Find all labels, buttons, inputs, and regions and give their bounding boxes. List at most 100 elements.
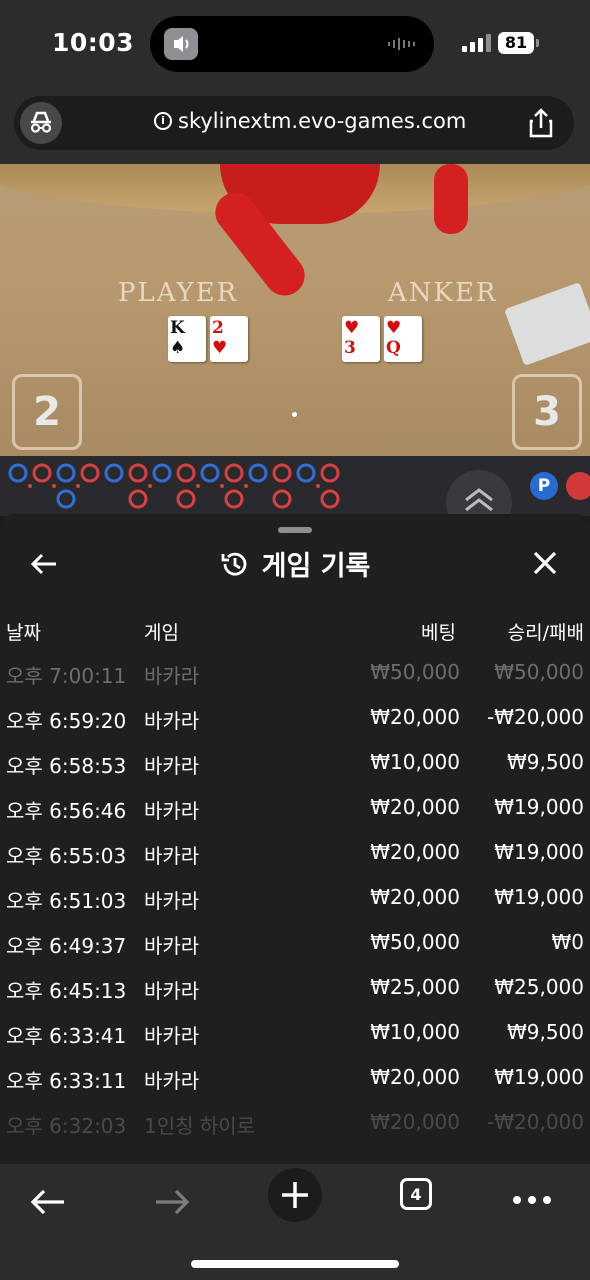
card-suit: ♥ (212, 338, 228, 358)
card-rank: 2 (212, 318, 224, 338)
row-game: 바카라 (144, 754, 200, 778)
row-date: 오후 6:51:03 (6, 889, 127, 913)
history-row[interactable]: 오후 6:58:53 바카라 ₩10,000 ₩9,500 (0, 750, 590, 795)
table-marker (292, 412, 297, 417)
history-row[interactable]: 오후 6:33:41 바카라 ₩10,000 ₩9,500 (0, 1020, 590, 1065)
row-date: 오후 6:58:53 (6, 754, 127, 778)
player-card-2: 2 ♥ (210, 316, 248, 362)
browser-back-button[interactable] (28, 1182, 68, 1226)
row-bet: ₩10,000 (370, 1020, 460, 1044)
row-date: 오후 6:49:37 (6, 934, 127, 958)
url-display[interactable]: i skylinextm.evo-games.com (154, 109, 466, 133)
close-button[interactable] (528, 546, 562, 580)
history-row[interactable]: 오후 6:45:13 바카라 ₩25,000 ₩25,000 (0, 975, 590, 1020)
row-date: 오후 6:56:46 (6, 799, 127, 823)
row-bet: ₩50,000 (370, 930, 460, 954)
row-game: 바카라 (144, 934, 200, 958)
live-game-video[interactable]: PLAYER ANKER K ♠ 2 ♥ ♥ 3 ♥ Q 2 3 (0, 164, 590, 456)
row-game: 바카라 (144, 664, 200, 688)
row-game: 바카라 (144, 709, 200, 733)
tabs-button[interactable]: 4 (400, 1178, 432, 1210)
history-row[interactable]: 오후 6:59:20 바카라 ₩20,000 -₩20,000 (0, 705, 590, 750)
row-result: -₩20,000 (487, 1110, 584, 1134)
column-header-bet[interactable]: 베팅 (421, 618, 456, 645)
dealer-arm-right (434, 164, 468, 234)
history-row[interactable]: 오후 6:55:03 바카라 ₩20,000 ₩19,000 (0, 840, 590, 885)
row-result: ₩19,000 (494, 795, 584, 819)
history-row[interactable]: 오후 6:56:46 바카라 ₩20,000 ₩19,000 (0, 795, 590, 840)
browser-address-area: i skylinextm.evo-games.com (0, 90, 590, 164)
player-score: 2 (12, 374, 82, 450)
card-rank: 3 (344, 338, 356, 358)
history-row[interactable]: 오후 6:51:03 바카라 ₩20,000 ₩19,000 (0, 885, 590, 930)
banker-label: ANKER (388, 278, 498, 308)
more-icon (513, 1196, 551, 1204)
row-date: 오후 6:33:11 (6, 1069, 127, 1093)
row-game: 바카라 (144, 1024, 200, 1048)
row-result: ₩19,000 (494, 840, 584, 864)
row-date: 오후 6:32:03 (6, 1114, 127, 1138)
close-icon (533, 551, 557, 575)
column-header-game[interactable]: 게임 (144, 618, 179, 645)
info-icon[interactable]: i (154, 112, 172, 130)
row-result: ₩9,500 (506, 750, 584, 774)
row-bet: ₩10,000 (370, 750, 460, 774)
audio-wave-icon (388, 38, 415, 50)
browser-forward-button[interactable] (152, 1182, 192, 1226)
status-bar: 10:03 81 (0, 0, 590, 90)
history-row[interactable]: 오후 6:32:03 1인칭 하이로 ₩20,000 -₩20,000 (0, 1110, 590, 1155)
row-date: 오후 6:33:41 (6, 1024, 127, 1048)
road-circles (8, 463, 340, 509)
more-menu-button[interactable] (512, 1190, 552, 1209)
row-game: 바카라 (144, 844, 200, 868)
history-row[interactable]: 오후 7:00:11 바카라 ₩50,000 ₩50,000 (0, 660, 590, 705)
row-bet: ₩20,000 (370, 705, 460, 729)
row-game: 바카라 (144, 799, 200, 823)
card-suit: ♥ (386, 318, 402, 338)
banker-card-2: ♥ Q (384, 316, 422, 362)
arrow-left-icon (30, 1189, 64, 1215)
new-tab-button[interactable] (268, 1168, 322, 1222)
history-row[interactable]: 오후 6:49:37 바카라 ₩50,000 ₩0 (0, 930, 590, 975)
card-shoe (504, 282, 590, 366)
row-date: 오후 6:55:03 (6, 844, 127, 868)
card-suit: ♠ (170, 338, 186, 358)
share-icon[interactable] (524, 106, 558, 140)
column-header-result[interactable]: 승리/패배 (508, 618, 584, 645)
plus-icon (282, 1182, 308, 1208)
cellular-signal-icon (462, 34, 491, 52)
battery-tip (536, 39, 539, 47)
row-result: ₩0 (551, 930, 585, 954)
row-bet: ₩25,000 (370, 975, 460, 999)
row-game: 바카라 (144, 979, 200, 1003)
player-card-1: K ♠ (168, 316, 206, 362)
row-bet: ₩50,000 (370, 660, 460, 684)
home-indicator[interactable] (191, 1260, 399, 1268)
row-bet: ₩20,000 (370, 885, 460, 909)
battery-indicator: 81 (498, 32, 534, 54)
url-text: skylinextm.evo-games.com (178, 109, 467, 133)
game-history-sheet: 게임 기록 날짜 게임 베팅 승리/패배 오후 7:00:11 바카라 ₩50,… (0, 514, 590, 1164)
row-game: 1인칭 하이로 (144, 1114, 256, 1138)
sheet-handle[interactable] (278, 527, 312, 533)
row-result: ₩19,000 (494, 1065, 584, 1089)
banker-card-1: ♥ 3 (342, 316, 380, 362)
row-result: ₩19,000 (494, 885, 584, 909)
row-result: -₩20,000 (487, 705, 584, 729)
dynamic-island (150, 16, 434, 72)
incognito-icon[interactable] (20, 102, 62, 144)
row-game: 바카라 (144, 1069, 200, 1093)
row-game: 바카라 (144, 889, 200, 913)
card-suit: ♥ (344, 318, 360, 338)
history-row[interactable]: 오후 6:33:11 바카라 ₩20,000 ₩19,000 (0, 1065, 590, 1110)
sheet-title: 게임 기록 (0, 544, 590, 583)
card-rank: K (170, 318, 185, 338)
column-header-date[interactable]: 날짜 (6, 618, 41, 645)
row-bet: ₩20,000 (370, 840, 460, 864)
player-badge: P (530, 472, 558, 500)
address-bar[interactable]: i skylinextm.evo-games.com (14, 96, 574, 150)
row-date: 오후 6:45:13 (6, 979, 127, 1003)
sheet-title-text: 게임 기록 (261, 551, 371, 582)
banker-score: 3 (512, 374, 582, 450)
row-bet: ₩20,000 (370, 1065, 460, 1089)
